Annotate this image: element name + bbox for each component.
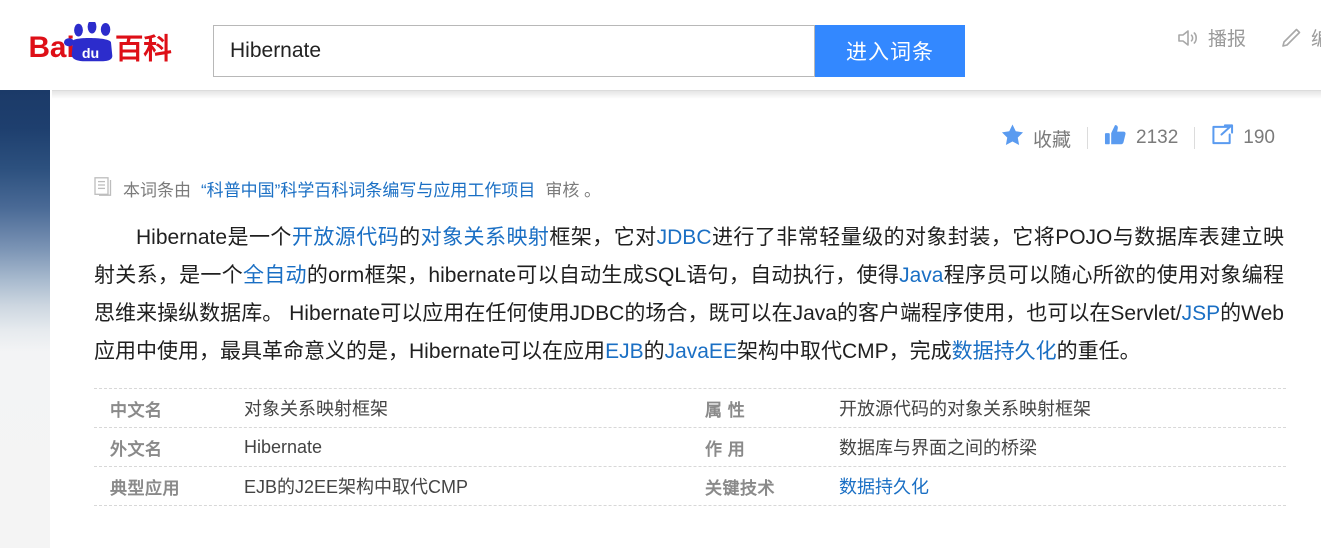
content-top-shadow	[52, 91, 1321, 99]
abstract-text: 的orm框架，hibernate可以自动生成SQL语句，自动执行，使得	[306, 264, 900, 287]
abstract-link[interactable]: JSP	[1182, 302, 1221, 325]
star-icon	[1001, 124, 1024, 152]
collect-button[interactable]: 收藏	[985, 124, 1087, 152]
info-label: 外文名	[110, 439, 163, 459]
info-row: 中文名 对象关系映射框架 属 性 开放源代码的对象关系映射框架	[94, 389, 1286, 428]
abstract-text: Hibernate是一个	[136, 226, 292, 249]
document-icon	[94, 176, 113, 201]
info-row: 外文名 Hibernate 作 用 数据库与界面之间的桥梁	[94, 428, 1286, 467]
info-value[interactable]: 数据持久化	[839, 467, 1284, 505]
abstract-text: 架构中取代CMP，完成	[736, 340, 952, 363]
broadcast-button[interactable]: 播报	[1177, 24, 1246, 51]
info-value: 开放源代码的对象关系映射框架	[839, 399, 1091, 419]
info-value: Hibernate	[244, 436, 323, 457]
abstract-link[interactable]: JDBC	[657, 226, 712, 249]
like-button[interactable]: 2132	[1088, 124, 1194, 152]
abstract-text: 的重任。	[1056, 340, 1141, 363]
thumbs-up-icon	[1104, 124, 1127, 152]
share-count: 190	[1243, 127, 1275, 148]
search-box[interactable]	[213, 25, 815, 77]
info-label: 作 用	[705, 439, 746, 459]
abstract-link[interactable]: 数据持久化	[952, 340, 1057, 363]
entry-abstract: Hibernate是一个开放源代码的对象关系映射框架，它对JDBC进行了非常轻量…	[94, 219, 1284, 371]
notice-suffix: 审核 。	[545, 181, 602, 200]
collect-label: 收藏	[1033, 129, 1072, 151]
abstract-text: 的	[399, 226, 421, 249]
info-value: 对象关系映射框架	[244, 399, 388, 419]
abstract-link[interactable]: EJB	[605, 340, 644, 363]
svg-text:du: du	[82, 46, 99, 62]
search-input[interactable]	[228, 37, 800, 65]
svg-text:百科: 百科	[115, 34, 172, 66]
entry-action-bar: 收藏 2132 190	[985, 124, 1291, 152]
abstract-link[interactable]: 对象关系映射	[421, 226, 550, 249]
abstract-link[interactable]: 开放源代码	[292, 226, 399, 249]
review-notice: 本词条由 “科普中国”科学百科词条编写与应用工作项目 审核 。	[94, 176, 601, 201]
speaker-icon	[1177, 28, 1199, 48]
edit-label: 编辑	[1310, 29, 1321, 50]
abstract-text: 的	[643, 340, 665, 363]
abstract-link[interactable]: 全自动	[243, 264, 307, 287]
info-row: 典型应用 EJB的J2EE架构中取代CMP 关键技术 数据持久化	[94, 467, 1286, 506]
abstract-link[interactable]: Java	[899, 264, 943, 287]
entry-content: 收藏 2132 190 本词条由 “科普中国”科学百科词条编写与应用工作项目 审…	[52, 90, 1321, 548]
svg-text:Bai: Bai	[28, 31, 74, 64]
info-label: 中文名	[110, 400, 163, 420]
notice-prefix: 本词条由	[123, 181, 191, 200]
info-table: 中文名 对象关系映射框架 属 性 开放源代码的对象关系映射框架外文名 Hibernate…	[94, 388, 1286, 506]
info-label: 典型应用	[110, 478, 180, 498]
left-gradient-rail	[0, 90, 50, 548]
info-value: 数据库与界面之间的桥梁	[839, 438, 1037, 458]
info-value: EJB的J2EE架构中取代CMP	[244, 477, 469, 497]
site-header: Bai du 百科 进入词条	[0, 0, 1321, 90]
broadcast-label: 播报	[1207, 29, 1246, 50]
abstract-text: 框架，它对	[549, 226, 657, 249]
baidu-baike-logo[interactable]: Bai du 百科	[28, 22, 198, 68]
header-tools: 播报 编辑	[1177, 24, 1321, 51]
info-label: 关键技术	[705, 478, 775, 498]
share-icon	[1211, 124, 1234, 152]
baidu-baike-page: Bai du 百科 进入词条	[0, 0, 1321, 548]
like-count: 2132	[1136, 127, 1179, 148]
notice-project-link[interactable]: “科普中国”科学百科词条编写与应用工作项目	[201, 176, 535, 201]
share-button[interactable]: 190	[1195, 124, 1291, 152]
edit-button[interactable]: 编辑	[1280, 24, 1321, 51]
pencil-icon	[1280, 27, 1302, 49]
enter-entry-button[interactable]: 进入词条	[815, 25, 965, 77]
abstract-link[interactable]: JavaEE	[665, 340, 737, 363]
info-label: 属 性	[705, 400, 746, 420]
